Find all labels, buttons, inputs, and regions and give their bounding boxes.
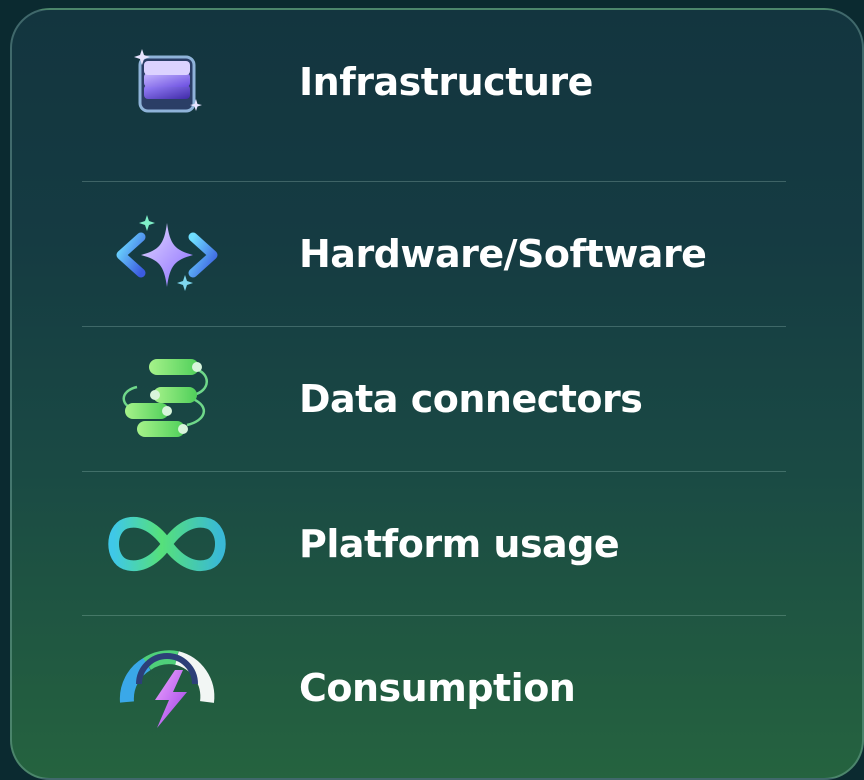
code-sparkle-icon bbox=[102, 214, 232, 294]
list-item-platform-usage: Platform usage bbox=[12, 472, 862, 616]
category-list-card: Infrastructure Hardware/Software Data co… bbox=[10, 8, 864, 780]
item-label-hardware-software: Hardware/Software bbox=[299, 232, 707, 276]
infinity-icon bbox=[102, 504, 232, 584]
item-label-platform-usage: Platform usage bbox=[299, 522, 620, 566]
item-label-consumption: Consumption bbox=[299, 666, 576, 710]
gauge-lightning-icon bbox=[102, 648, 232, 728]
stacked-layers-icon bbox=[102, 42, 232, 122]
list-item-infrastructure: Infrastructure bbox=[12, 10, 862, 154]
item-label-infrastructure: Infrastructure bbox=[299, 60, 593, 104]
connected-pills-icon bbox=[102, 359, 232, 439]
item-label-data-connectors: Data connectors bbox=[299, 377, 643, 421]
list-item-data-connectors: Data connectors bbox=[12, 327, 862, 471]
list-item-hardware-software: Hardware/Software bbox=[12, 182, 862, 326]
list-item-consumption: Consumption bbox=[12, 616, 862, 760]
